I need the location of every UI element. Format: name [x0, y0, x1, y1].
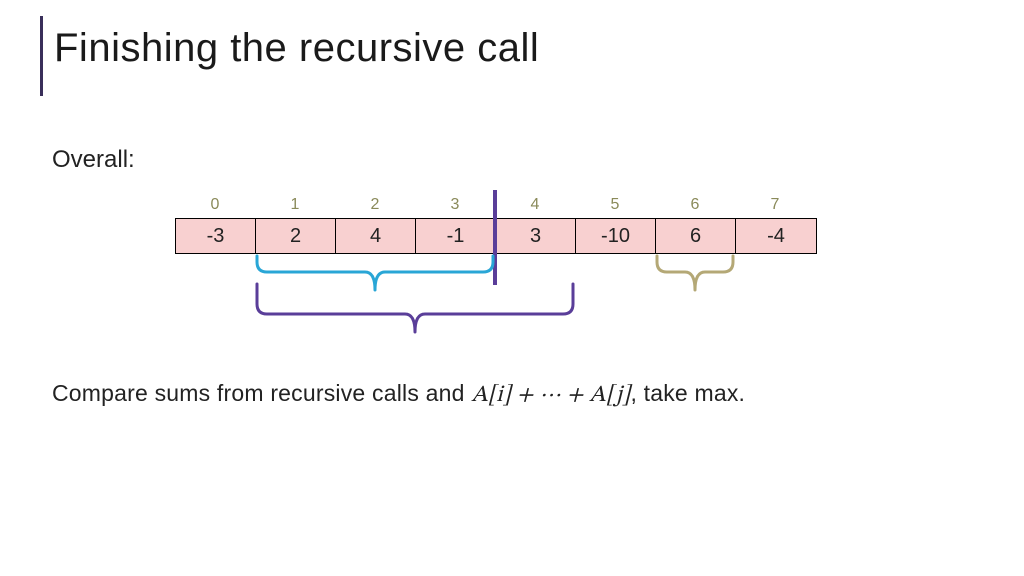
array-index-label: 7: [735, 196, 815, 214]
title-accent-bar: [40, 16, 43, 96]
array-cell: -10: [576, 219, 656, 253]
array-index-label: 0: [175, 196, 255, 214]
subtitle: Overall:: [52, 146, 135, 174]
array-index-label: 6: [655, 196, 735, 214]
right-bracket: [657, 256, 733, 290]
array-index-label: 2: [335, 196, 415, 214]
array-index-label: 3: [415, 196, 495, 214]
array-cell: 2: [256, 219, 336, 253]
array-cell: 3: [496, 219, 576, 253]
cross-bracket: [257, 284, 573, 332]
array-cell: -1: [416, 219, 496, 253]
array-cell: -4: [736, 219, 816, 253]
brackets-layer: [0, 0, 1024, 576]
description-text: Compare sums from recursive calls and A[…: [52, 380, 745, 410]
array-index-label: 1: [255, 196, 335, 214]
midpoint-divider: [493, 190, 497, 285]
array-cell: 6: [656, 219, 736, 253]
slide-title: Finishing the recursive call: [54, 26, 539, 71]
left-bracket: [257, 256, 493, 290]
array-cell: -3: [176, 219, 256, 253]
slide: { "title": "Finishing the recursive call…: [0, 0, 1024, 576]
array-index-label: 5: [575, 196, 655, 214]
desc-pre: Compare sums from recursive calls and: [52, 380, 471, 406]
desc-math: A[i] + ⋯ + A[j]: [471, 384, 630, 407]
array-index-label: 4: [495, 196, 575, 214]
array-cell: 4: [336, 219, 416, 253]
desc-post: , take max.: [630, 380, 745, 406]
